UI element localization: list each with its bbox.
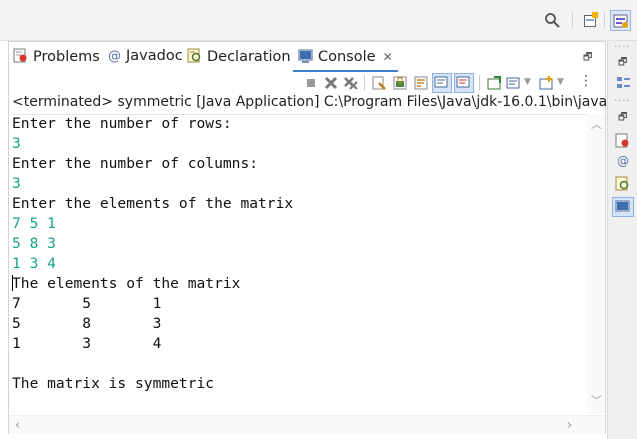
javadoc-icon: @ [108,49,121,64]
tab-label: Console [318,49,376,65]
display-console-icon[interactable] [506,75,522,91]
remove-all-terminated-icon[interactable] [343,75,359,91]
console-line: 3 [12,175,21,192]
restore-icon[interactable]: 🗗 [618,110,627,127]
search-icon[interactable] [544,12,560,28]
scroll-lock-icon[interactable] [392,75,408,91]
outline-icon[interactable] [615,75,631,91]
tab-label: Problems [33,49,100,65]
remove-launch-icon[interactable] [323,75,339,91]
word-wrap-icon[interactable] [413,75,429,91]
problems-icon[interactable] [615,133,631,149]
view-menu-icon[interactable]: ⋮ [579,73,593,89]
tab-label: Declaration [207,49,291,65]
console-line: 7 5 1 [12,215,56,232]
console-line: 1 3 4 [12,255,56,272]
trim-handle: ···· [614,42,631,53]
console-trim-button[interactable] [612,197,634,217]
console-output[interactable]: Enter the number of rows: 3 Enter the numb… [12,114,584,414]
javadoc-icon[interactable]: @ [617,154,629,168]
declaration-icon[interactable] [615,176,631,192]
show-console-stdout-icon [434,76,448,88]
tab-console[interactable]: Console ✕ [298,48,393,68]
console-line: Enter the number of rows: [12,115,232,132]
terminate-icon[interactable] [303,75,319,91]
open-console-icon[interactable] [539,75,555,91]
show-on-stderr-button[interactable] [454,73,474,93]
restore-icon[interactable]: 🗗 [618,55,627,72]
clear-console-icon[interactable] [371,75,387,91]
chevron-down-icon[interactable]: ﹀ [591,392,602,408]
top-toolbar [0,0,637,41]
close-icon[interactable]: ✕ [383,50,393,64]
console-icon [615,200,630,212]
toolbar-separator [364,75,365,91]
horizontal-scrollbar[interactable]: ‹ › [9,415,605,434]
chevron-left-icon[interactable]: ‹ [15,418,20,433]
vertical-scrollbar[interactable]: ︿ ﹀ [587,114,605,414]
console-view: Problems @ Javadoc Declaration Console ✕ 🗗 [8,41,606,434]
problems-icon [13,48,27,63]
right-trim-stack: ···· 🗗 ···· 🗗 @ [607,41,637,439]
tab-problems[interactable]: Problems [13,48,100,68]
console-line: Enter the elements of the matrix [12,195,294,212]
chevron-down-icon[interactable]: ▼ [557,77,564,87]
minimize-icon[interactable]: 🗗 [583,50,592,67]
trim-handle: ···· [614,96,631,107]
toolbar-separator [604,12,605,28]
show-on-stdout-button[interactable] [432,73,452,93]
console-line: Enter the number of columns: [12,155,259,172]
chevron-up-icon[interactable]: ︿ [591,116,602,132]
console-line: 5 8 3 [12,235,56,252]
console-line: 7 5 1 [12,295,162,312]
chevron-right-icon[interactable]: › [567,418,572,433]
tab-javadoc[interactable]: @ Javadoc [108,48,183,68]
toolbar-separator [572,12,573,28]
declaration-icon [187,48,201,63]
java-perspective-icon [613,14,628,28]
console-line: 1 3 4 [12,335,162,352]
console-line: The matrix is symmetric [12,375,215,392]
console-line: 5 8 3 [12,315,162,332]
chevron-down-icon[interactable]: ▼ [524,77,531,87]
console-line: The elements of the matrix [12,275,241,292]
show-console-stderr-icon [456,76,470,88]
tab-declaration[interactable]: Declaration [187,48,291,68]
launch-status: <terminated> symmetric [Java Application… [12,94,606,115]
view-tabs: Problems @ Javadoc Declaration Console ✕ 🗗 [9,42,605,72]
console-line: 3 [12,135,21,152]
java-perspective-button[interactable] [610,10,631,31]
open-perspective-icon[interactable] [583,12,599,28]
tab-label: Javadoc [126,48,183,64]
console-icon [298,49,313,63]
text-caret [12,275,13,291]
pin-console-icon[interactable] [486,75,502,91]
toolbar-separator [479,75,480,91]
console-toolbar: ▼ ▼ ⋮ [9,72,605,94]
